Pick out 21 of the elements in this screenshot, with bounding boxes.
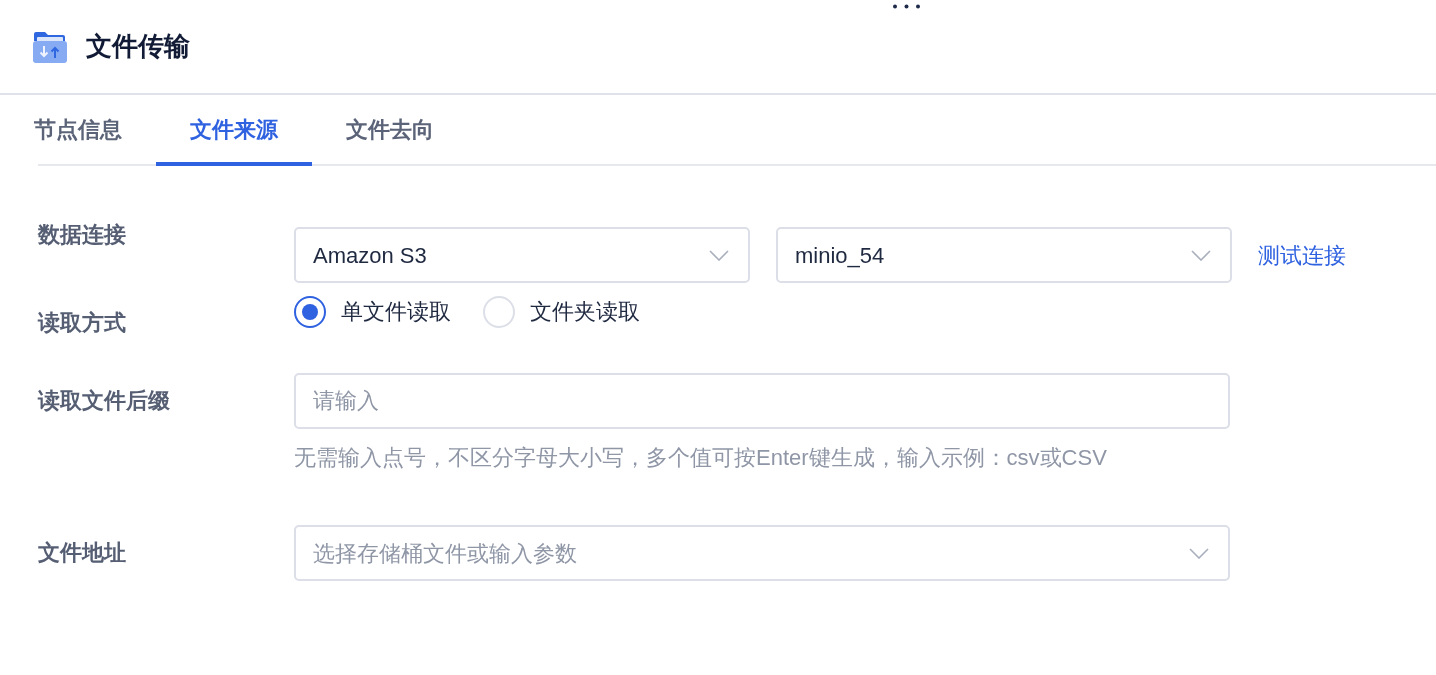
page-title: 文件传输 xyxy=(86,30,190,63)
radio-option[interactable]: 文件夹读取 xyxy=(483,295,640,328)
chevron-down-icon xyxy=(709,249,729,261)
test-connection-link[interactable]: 测试连接 xyxy=(1258,238,1346,272)
chevron-down-icon xyxy=(1189,547,1209,559)
tab[interactable]: 文件来源 xyxy=(156,95,312,166)
field-label: 数据连接 xyxy=(38,221,127,249)
field-label: 读取方式 xyxy=(38,309,127,337)
dropdown-field[interactable]: Amazon S3 xyxy=(294,227,750,283)
folder-transfer-icon xyxy=(33,30,67,63)
dropdown-field[interactable]: minio_54 xyxy=(776,227,1232,283)
hint-text: 无需输入点号，不区分字母大小写，多个值可按Enter键生成，输入示例：csv或CSV xyxy=(294,444,1108,472)
drag-handle-icon[interactable] xyxy=(893,4,920,9)
radio-button[interactable] xyxy=(294,295,326,328)
chevron-down-icon xyxy=(1191,249,1211,261)
field-label: 文件地址 xyxy=(38,539,127,567)
tab[interactable]: 节点信息 xyxy=(0,95,156,166)
field-label: 读取文件后缀 xyxy=(38,387,171,415)
tab[interactable]: 文件去向 xyxy=(312,95,468,166)
suffix-input[interactable]: 请输入 xyxy=(294,373,1230,429)
radio-option[interactable]: 单文件读取 xyxy=(294,295,451,328)
